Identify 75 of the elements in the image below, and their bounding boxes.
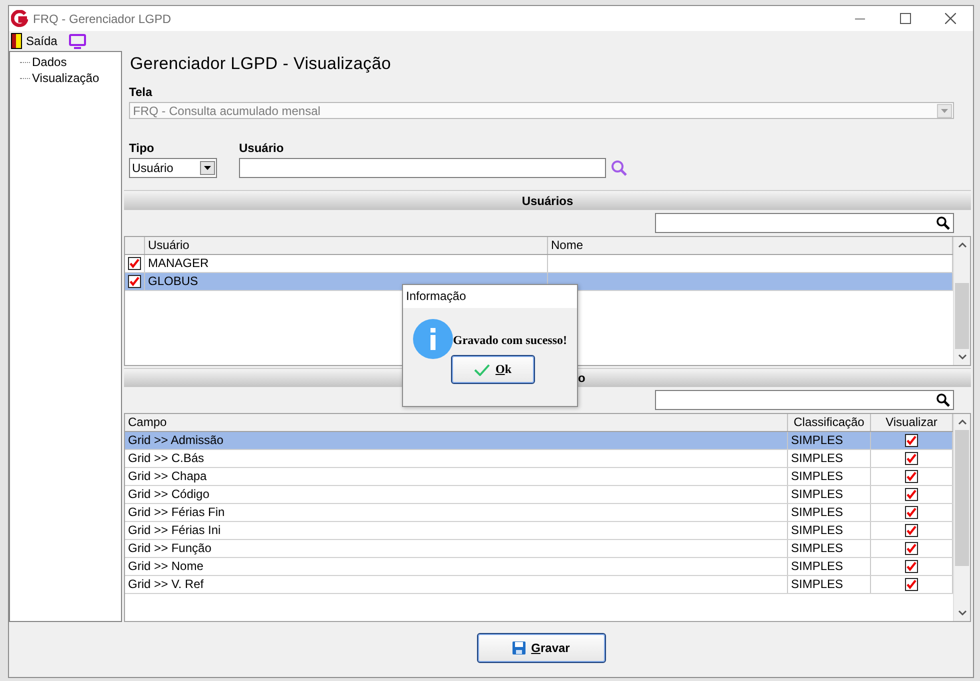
table-cell: Grid >> V. Ref	[125, 576, 788, 594]
exit-button[interactable]: Saída	[26, 34, 58, 48]
checkbox[interactable]	[905, 506, 918, 520]
table-cell: SIMPLES	[788, 522, 871, 540]
table-cell: SIMPLES	[788, 558, 871, 576]
scrollbar-thumb[interactable]	[955, 282, 969, 349]
table-row[interactable]: Grid >> V. Ref SIMPLES	[125, 576, 953, 594]
scroll-down-icon[interactable]	[958, 354, 966, 360]
field-label: Usuário	[239, 141, 285, 156]
maximize-icon[interactable]	[900, 13, 911, 24]
scroll-up-icon[interactable]	[958, 242, 966, 248]
page-heading: Gerenciador LGPD - Visualização	[129, 53, 392, 75]
user-input-field[interactable]	[239, 158, 606, 178]
table-row[interactable]: Grid >> Função SIMPLES	[125, 540, 953, 558]
table-cell: Grid >> Chapa	[125, 468, 788, 486]
app-logo-icon	[11, 10, 28, 27]
table-cell: Grid >> Admissão	[125, 432, 788, 450]
field-label: Tipo	[129, 141, 156, 156]
checkbox[interactable]	[905, 524, 918, 538]
checkbox[interactable]	[905, 470, 918, 484]
table-row[interactable]: Grid >> Nome SIMPLES	[125, 558, 953, 576]
table-cell: SIMPLES	[788, 576, 871, 594]
scrollbar-thumb[interactable]	[955, 430, 969, 566]
checkbox[interactable]	[128, 274, 141, 288]
table-row[interactable]: Grid >> Admissão SIMPLES	[125, 432, 953, 450]
search-icon[interactable]	[936, 393, 950, 408]
info-icon	[413, 319, 453, 359]
table-cell: SIMPLES	[788, 540, 871, 558]
field-label: Tela	[128, 85, 154, 100]
window-title: FRQ - Gerenciador LGPD	[33, 12, 172, 26]
checkbox[interactable]	[128, 256, 141, 270]
tree-item[interactable]: Visualização	[32, 71, 100, 85]
column-header[interactable]: Classificação	[788, 414, 871, 432]
checkbox[interactable]	[905, 434, 918, 448]
close-icon[interactable]	[945, 13, 956, 24]
scroll-up-icon[interactable]	[958, 419, 966, 426]
table-cell: SIMPLES	[788, 486, 871, 504]
checkbox[interactable]	[905, 542, 918, 556]
table-cell: MANAGER	[145, 254, 548, 272]
checkbox[interactable]	[905, 488, 918, 502]
section-header: Usuários	[124, 190, 971, 210]
table-cell: SIMPLES	[788, 504, 871, 522]
table-cell: Grid >> Código	[125, 486, 788, 504]
table-cell: Grid >> C.Bás	[125, 450, 788, 468]
caret-icon[interactable]	[204, 166, 211, 170]
table-cell: Grid >> Férias Fin	[125, 504, 788, 522]
search-icon[interactable]	[936, 216, 950, 230]
table-row[interactable]: Grid >> Chapa SIMPLES	[125, 468, 953, 486]
dialog-title: Informação	[403, 285, 577, 308]
type-dropdown[interactable]: Usuário	[129, 158, 217, 178]
column-header[interactable]: Usuário	[145, 236, 548, 254]
search-field[interactable]	[655, 212, 954, 233]
ok-button[interactable]: Ok	[451, 355, 535, 384]
door-icon[interactable]	[11, 33, 22, 49]
column-header[interactable]: Campo	[125, 414, 788, 432]
table-cell: SIMPLES	[788, 432, 871, 450]
table-row[interactable]: Grid >> Férias Ini SIMPLES	[125, 522, 953, 540]
table-cell: Grid >> Férias Ini	[125, 522, 788, 540]
table-row[interactable]: Grid >> Código SIMPLES	[125, 486, 953, 504]
save-button[interactable]: Gravar	[476, 633, 606, 663]
table-cell: Grid >> Nome	[125, 558, 788, 576]
table-cell: SIMPLES	[788, 468, 871, 486]
table-cell: Grid >> Função	[125, 540, 788, 558]
dialog-message: Gravado com sucesso!	[453, 333, 567, 348]
tree-item[interactable]: Dados	[32, 55, 67, 69]
search-field[interactable]	[655, 390, 954, 410]
checkmark-icon	[474, 364, 490, 376]
checkbox[interactable]	[905, 578, 918, 592]
table-row[interactable]: Grid >> C.Bás SIMPLES	[125, 450, 953, 468]
table-cell: SIMPLES	[788, 450, 871, 468]
checkbox[interactable]	[905, 452, 918, 466]
scroll-down-icon[interactable]	[958, 610, 966, 616]
table-row[interactable]: Grid >> Férias Fin SIMPLES	[125, 504, 953, 522]
monitor-icon[interactable]	[69, 34, 86, 48]
checkbox[interactable]	[905, 560, 918, 574]
